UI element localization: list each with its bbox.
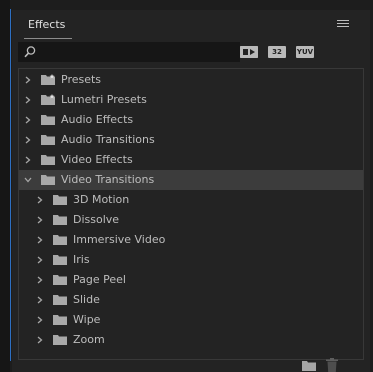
folder-icon [41, 135, 55, 145]
chevron-right-icon[interactable] [35, 215, 45, 225]
hamburger-menu-icon[interactable] [337, 20, 349, 30]
panel-title[interactable]: Effects [28, 18, 65, 31]
tree-row-video-effects[interactable]: Video Effects [19, 150, 363, 170]
trash-icon[interactable] [326, 358, 338, 372]
tree-row-immersive-video[interactable]: Immersive Video [19, 230, 363, 250]
tree-row-audio-transitions[interactable]: Audio Transitions [19, 130, 363, 150]
folder-icon [53, 195, 67, 205]
tree-row-label: Video Effects [61, 153, 133, 166]
tree-row-wipe[interactable]: Wipe [19, 310, 363, 330]
tree-row-slide[interactable]: Slide [19, 290, 363, 310]
new-folder-icon[interactable] [302, 360, 316, 371]
tree-row-label: Page Peel [73, 273, 126, 286]
preset-folder-icon [41, 74, 55, 85]
tree-row-label: Slide [73, 293, 100, 306]
tree-row-3d-motion[interactable]: 3D Motion [19, 190, 363, 210]
chevron-right-icon[interactable] [35, 275, 45, 285]
effects-panel: Effects 32 YUV Presets Lumetri Presets Aud… [12, 10, 370, 372]
folder-icon [53, 315, 67, 325]
folder-icon [53, 295, 67, 305]
tree-row-page-peel[interactable]: Page Peel [19, 270, 363, 290]
chevron-right-icon[interactable] [35, 335, 45, 345]
tree-row-zoom[interactable]: Zoom [19, 330, 363, 350]
folder-icon [53, 235, 67, 245]
tree-row-label: Iris [73, 253, 90, 266]
tree-row-label: Lumetri Presets [61, 93, 147, 106]
chevron-down-icon[interactable] [23, 175, 33, 185]
tree-row-label: Immersive Video [73, 233, 166, 246]
folder-icon [41, 175, 55, 185]
folder-icon [53, 275, 67, 285]
search-input[interactable] [39, 44, 239, 62]
panel-header: Effects [12, 10, 370, 40]
tree-row-label: Audio Effects [61, 113, 134, 126]
tree-row-lumetri-presets[interactable]: Lumetri Presets [19, 90, 363, 110]
chevron-right-icon[interactable] [35, 235, 45, 245]
32-bit-filter-button[interactable]: 32 [268, 46, 286, 58]
chevron-right-icon[interactable] [23, 75, 33, 85]
folder-icon [41, 155, 55, 165]
accelerated-effects-icon [240, 46, 258, 58]
accelerated-effects-filter-button[interactable] [240, 46, 258, 58]
chevron-right-icon[interactable] [35, 255, 45, 265]
chevron-right-icon[interactable] [35, 295, 45, 305]
folder-icon [53, 215, 67, 225]
chevron-right-icon[interactable] [23, 95, 33, 105]
tree-row-label: Wipe [73, 313, 101, 326]
tree-row-label: 3D Motion [73, 193, 130, 206]
effects-tree: Presets Lumetri Presets Audio Effects Audio… [18, 68, 364, 360]
tree-row-label: Zoom [73, 333, 105, 346]
tree-row-label: Presets [61, 73, 102, 86]
panel-title-underline [24, 38, 72, 39]
tree-row-label: Audio Transitions [61, 133, 155, 146]
folder-icon [53, 335, 67, 345]
tree-row-presets[interactable]: Presets [19, 70, 363, 90]
chevron-right-icon[interactable] [23, 115, 33, 125]
search-box[interactable] [18, 42, 240, 62]
effects-app: Effects 32 YUV Presets Lumetri Presets Aud… [0, 0, 373, 372]
chevron-right-icon[interactable] [35, 315, 45, 325]
tree-row-dissolve[interactable]: Dissolve [19, 210, 363, 230]
panel-focus-border [10, 9, 11, 361]
yuv-filter-button[interactable]: YUV [296, 46, 314, 58]
tree-row-label: Video Transitions [61, 173, 155, 186]
chevron-right-icon[interactable] [35, 195, 45, 205]
left-panel-edge [0, 0, 10, 372]
search-icon [24, 46, 36, 58]
preset-folder-icon [41, 94, 55, 105]
folder-icon [41, 115, 55, 125]
chevron-right-icon[interactable] [23, 135, 33, 145]
chevron-right-icon[interactable] [23, 155, 33, 165]
tree-row-iris[interactable]: Iris [19, 250, 363, 270]
tree-row-label: Dissolve [73, 213, 120, 226]
tree-row-video-transitions[interactable]: Video Transitions [19, 170, 363, 190]
tree-row-audio-effects[interactable]: Audio Effects [19, 110, 363, 130]
folder-icon [53, 255, 67, 265]
